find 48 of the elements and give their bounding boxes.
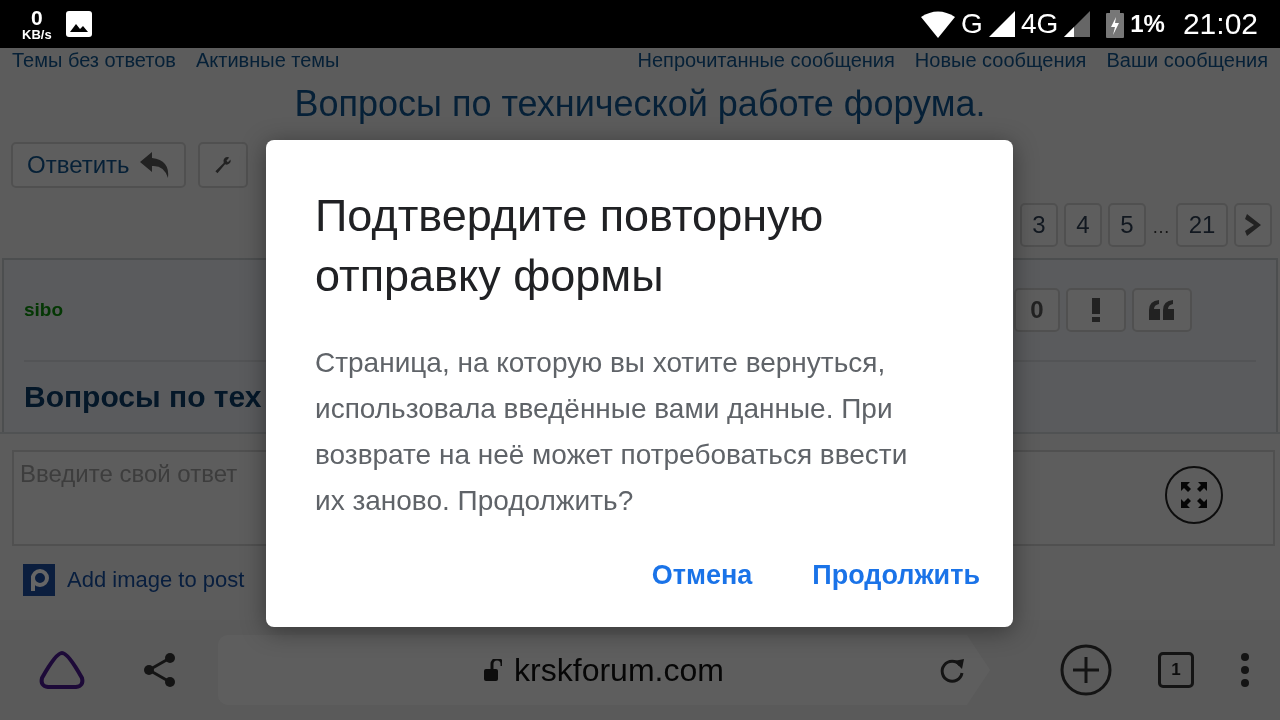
nav-link[interactable]: Ваши сообщения: [1106, 49, 1268, 72]
battery-percent: 1%: [1130, 10, 1165, 38]
upload-logo-icon: [23, 564, 55, 596]
exclamation-icon: [1092, 298, 1100, 322]
signal-icon: [1064, 11, 1091, 37]
page-button[interactable]: 5: [1108, 203, 1146, 247]
browser-logo-icon[interactable]: [38, 650, 86, 690]
signal-icon: [988, 11, 1015, 37]
tools-button[interactable]: [197, 142, 248, 188]
next-page-button[interactable]: [1234, 203, 1272, 247]
tab-count-button[interactable]: 1: [1158, 652, 1194, 688]
continue-button[interactable]: Продолжить: [812, 556, 980, 595]
post-author[interactable]: sibo: [24, 299, 64, 321]
nav-link[interactable]: Темы без ответов: [12, 49, 176, 72]
reply-icon: [139, 152, 170, 178]
dialog-message: Страница, на которую вы хотите вернуться, использовала введённые вами данные. При возврате на неё может потребоваться ввести их заново. Продолжить?: [315, 347, 908, 516]
nav-link[interactable]: Активные темы: [195, 49, 340, 72]
wifi-icon: [921, 10, 956, 38]
quote-button[interactable]: [1132, 288, 1192, 332]
expand-icon[interactable]: [1165, 466, 1223, 524]
reply-button[interactable]: Ответить: [11, 142, 186, 188]
battery-icon: [1106, 10, 1125, 38]
more-icon[interactable]: [1240, 652, 1250, 688]
share-icon[interactable]: [142, 652, 178, 688]
page-button[interactable]: 3: [1020, 203, 1058, 247]
dialog-title: Подтвердите повторную отправку формы: [315, 190, 824, 301]
network-type: G: [961, 8, 983, 40]
network-type: 4G: [1020, 8, 1059, 40]
add-image-link[interactable]: Add image to post: [67, 567, 245, 593]
like-count-button[interactable]: 0: [1014, 288, 1060, 332]
forum-title: Вопросы по технической работе форума.: [294, 83, 986, 124]
speed-unit: KB/s: [22, 28, 52, 41]
post-title[interactable]: Вопросы по тех: [24, 380, 262, 414]
report-button[interactable]: [1066, 288, 1126, 332]
quote-icon: [1149, 300, 1175, 320]
image-icon: [65, 11, 92, 37]
lock-icon: [484, 659, 503, 681]
nav-link[interactable]: Новые сообщения: [914, 49, 1087, 72]
cancel-button[interactable]: Отмена: [651, 556, 753, 595]
new-tab-icon[interactable]: [1060, 644, 1112, 696]
chevron-right-icon: [1245, 214, 1261, 236]
page-button[interactable]: 21: [1176, 203, 1228, 247]
clock: 21:02: [1182, 7, 1258, 41]
nav-link[interactable]: Непрочитанные сообщения: [637, 49, 895, 72]
address-text[interactable]: krskforum.com: [514, 651, 724, 689]
pagination-ellipsis: …: [1152, 217, 1170, 239]
page-button[interactable]: 4: [1064, 203, 1102, 247]
network-speed: 0: [30, 7, 43, 28]
